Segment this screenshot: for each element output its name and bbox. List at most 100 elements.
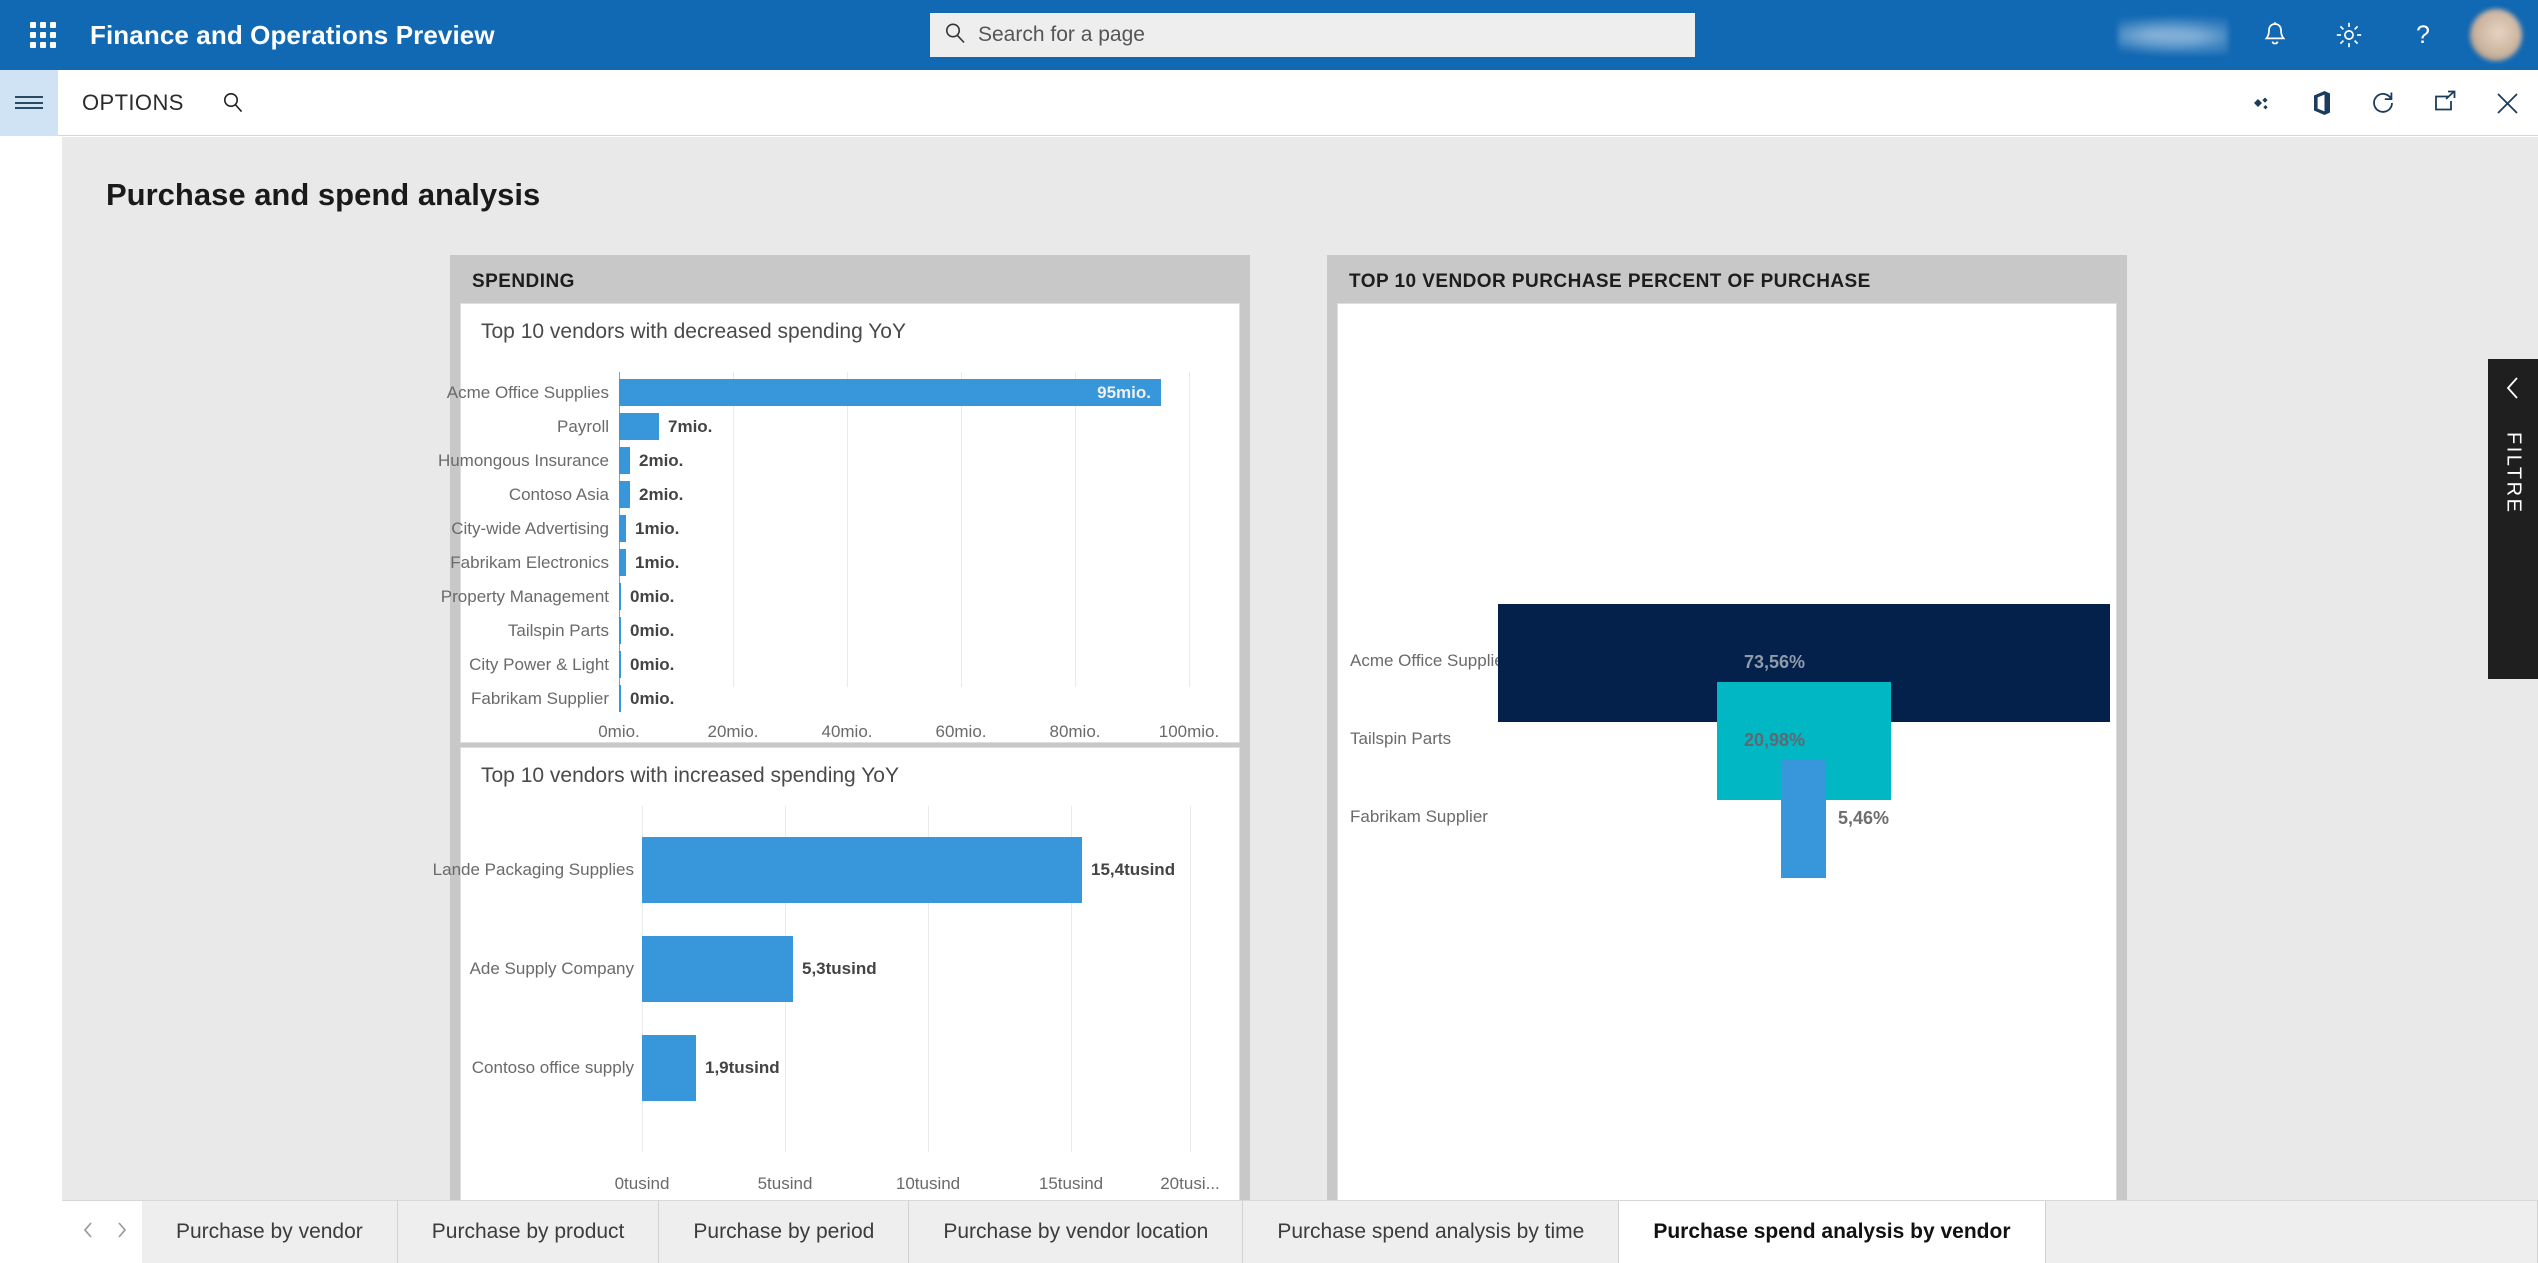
bar[interactable] [642,1035,696,1101]
bar[interactable] [619,617,621,644]
global-search[interactable] [930,13,1695,57]
app-title: Finance and Operations Preview [90,19,495,50]
bar-category-label: Humongous Insurance [437,451,609,470]
tab-purchase-by-product[interactable]: Purchase by product [397,1201,660,1263]
bar-value-label: 1mio. [635,518,680,538]
user-avatar[interactable] [2470,9,2522,61]
toolbar-search-icon[interactable] [222,91,244,115]
bar[interactable] [642,837,1082,903]
help-question-icon[interactable]: ? [2386,0,2460,70]
tile-title: Top 10 vendors with decreased spending Y… [481,320,906,343]
bar-category-label: Property Management [440,587,609,606]
funnel-row[interactable]: Fabrikam Supplier 5,46% [1338,760,2116,878]
bar[interactable] [619,651,621,678]
x-tick: 20mio. [707,722,759,741]
settings-gear-icon[interactable] [2312,0,2386,70]
tab-next-arrow-icon[interactable] [115,1221,128,1244]
bar[interactable]: 95mio. [619,379,1161,406]
x-tick: 40mio. [821,722,873,741]
bar-row[interactable]: City-wide Advertising 1mio. [451,515,1189,542]
tab-prev-arrow-icon[interactable] [82,1221,95,1244]
bar-category-label: Fabrikam Electronics [450,553,609,572]
close-icon[interactable] [2476,70,2538,136]
search-icon [944,22,966,49]
tile-vendor-percent-funnel[interactable]: Acme Office Supplies 73,56% Tailspin Par… [1337,303,2117,1205]
top-navigation-bar: Finance and Operations Preview ? [0,0,2538,70]
bar-row[interactable]: Contoso Asia 2mio. [509,481,1189,508]
funnel-value-label: 73,56% [1744,652,1806,672]
hamburger-menu-icon[interactable] [0,69,58,136]
chart-decreased-spending: Acme Office Supplies 95mio. Payroll 7mio… [438,352,1241,744]
bar[interactable] [619,549,626,576]
search-input[interactable] [978,23,1642,47]
tab-purchase-by-vendor-location[interactable]: Purchase by vendor location [909,1201,1244,1263]
open-in-new-window-icon[interactable] [2414,70,2476,136]
office-app-icon[interactable] [2290,70,2352,136]
bar-value-label: 0mio. [630,688,675,708]
page-title: Purchase and spend analysis [106,177,541,212]
funnel-value-label: 20,98% [1744,730,1806,750]
refresh-icon[interactable] [2352,70,2414,136]
funnel-bar[interactable] [1781,760,1826,878]
personalize-icon[interactable] [2228,70,2290,136]
bar-category-label: City Power & Light [469,655,609,674]
bar[interactable] [619,413,659,440]
x-tick: 0mio. [598,722,640,741]
bar-value-label: 7mio. [668,416,713,436]
company-name-blurred [2118,15,2228,55]
bar-value-label: 15,4tusind [1091,860,1176,879]
bar-category-label: Fabrikam Supplier [471,689,609,708]
x-tick: 5tusind [757,1174,813,1193]
tab-purchase-by-vendor[interactable]: Purchase by vendor [142,1201,398,1263]
options-toolbar: OPTIONS [0,69,2538,136]
tile-increased-spending[interactable]: Top 10 vendors with increased spending Y… [433,747,1241,1206]
x-tick: 0tusind [614,1174,670,1193]
tab-purchase-by-period[interactable]: Purchase by period [659,1201,910,1263]
panel-spending: SPENDING Top 10 vendors with decreased s… [433,255,1250,1215]
app-launcher-icon[interactable] [14,22,72,48]
x-tick: 80mio. [1049,722,1101,741]
panel-vendor-percent: TOP 10 VENDOR PURCHASE PERCENT OF PURCHA… [1327,255,2127,1215]
bar[interactable] [642,936,793,1002]
chart-increased-spending: Lande Packaging Supplies 15,4tusind Ade … [433,794,1241,1206]
panel-vendor-percent-header: TOP 10 VENDOR PURCHASE PERCENT OF PURCHA… [1349,271,1871,292]
bar-value-label: 0mio. [630,586,675,606]
chart-vendor-percent-funnel: Acme Office Supplies 73,56% Tailspin Par… [1338,304,2116,1204]
bar-category-label: Contoso Asia [508,485,609,504]
tab-bar-filler [2045,1201,2538,1263]
bar[interactable] [619,583,621,610]
bar-value-label: 95mio. [1097,383,1151,402]
bar[interactable] [619,515,626,542]
bar-row[interactable]: Humongous Insurance 2mio. [438,447,1189,474]
bar[interactable] [619,685,621,712]
options-button[interactable]: OPTIONS [82,90,184,116]
bar[interactable] [619,447,630,474]
bar-row[interactable]: Tailspin Parts 0mio. [508,617,1189,644]
options-toolbar-actions [2228,70,2538,136]
tab-purchase-spend-analysis-by-time[interactable]: Purchase spend analysis by time [1243,1201,1620,1263]
bar-row[interactable]: Lande Packaging Supplies 15,4tusind [433,837,1190,903]
bar-row[interactable]: City Power & Light 0mio. [469,651,1189,678]
panel-spending-header: SPENDING [472,271,575,292]
bar-row[interactable]: Property Management 0mio. [441,583,1189,610]
grid-line [1189,372,1190,687]
bar-category-label: Tailspin Parts [507,621,609,640]
bar-row[interactable]: Acme Office Supplies 95mio. [447,379,1189,406]
tile-decreased-spending[interactable]: Top 10 vendors with decreased spending Y… [438,303,1241,744]
filter-flyout-tab[interactable]: FILTRE [2488,359,2538,679]
bar-row[interactable]: Fabrikam Supplier 0mio. [471,685,1189,712]
tab-purchase-spend-analysis-by-vendor[interactable]: Purchase spend analysis by vendor [1619,1201,2046,1263]
bar-value-label: 0mio. [630,654,675,674]
bar-row[interactable]: Contoso office supply 1,9tusind [472,1035,1190,1101]
bar[interactable] [619,481,630,508]
bar-row[interactable]: Payroll 7mio. [557,413,1189,440]
bar-row[interactable]: Fabrikam Electronics 1mio. [450,549,1189,576]
funnel-category-label: Fabrikam Supplier [1350,807,1488,826]
grid-line [1190,806,1191,1152]
notifications-bell-icon[interactable] [2238,0,2312,70]
chevron-left-icon [2504,375,2522,406]
application-window: Finance and Operations Preview ? OP [0,0,2538,1263]
bar-row[interactable]: Ade Supply Company 5,3tusind [470,936,1190,1002]
x-tick: 10tusind [895,1174,961,1193]
bar-value-label: 2mio. [639,450,684,470]
